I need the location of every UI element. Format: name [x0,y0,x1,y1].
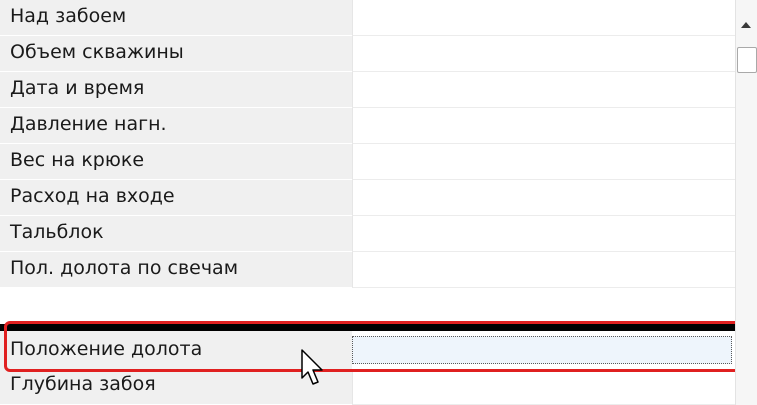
property-value-cell[interactable] [352,144,736,180]
selected-property-value-cell[interactable] [352,336,732,364]
property-label: Глубина забоя [10,373,156,395]
property-value-cell[interactable] [352,216,736,252]
property-label-cell[interactable]: Объем скважины [0,36,352,72]
property-label-cell[interactable]: Пол. долота по свечам [0,252,352,288]
property-value-cell[interactable] [352,36,736,72]
property-label-cell[interactable]: Дата и время [0,72,352,108]
property-value-cell[interactable] [352,252,736,288]
property-label: Тальблок [10,221,104,243]
vertical-scrollbar[interactable] [735,0,757,405]
mouse-pointer-icon [301,349,323,385]
property-value-cell[interactable] [352,180,736,216]
property-label: Дата и время [10,77,145,99]
property-label: Над забоем [10,5,127,27]
property-row[interactable]: Тальблок [0,216,736,252]
property-row[interactable]: Объем скважины [0,36,736,72]
property-value-cell[interactable] [352,369,736,405]
property-label-cell[interactable]: Давление нагн. [0,108,352,144]
property-label: Пол. долота по свечам [10,257,239,279]
row-separator [0,324,735,331]
scrollbar-thumb[interactable] [737,47,757,73]
property-row[interactable]: Над забоем [0,0,736,36]
property-row[interactable]: Глубина забоя [0,369,736,405]
property-label-cell[interactable]: Расход на входе [0,180,352,216]
property-row[interactable]: Вес на крюке [0,144,736,180]
property-label-cell[interactable]: Над забоем [0,0,352,36]
property-row[interactable]: Пол. долота по свечам [0,252,736,288]
property-row[interactable]: Дата и время [0,72,736,108]
property-label: Расход на входе [10,185,175,207]
selected-property-label: Положение долота [10,338,203,360]
property-grid: Над забоем Объем скважины Дата и время Д… [0,0,757,405]
property-value-cell[interactable] [352,108,736,144]
property-label-cell[interactable]: Тальблок [0,216,352,252]
property-label-cell[interactable]: Вес на крюке [0,144,352,180]
property-label: Давление нагн. [10,113,167,135]
property-row[interactable]: Давление нагн. [0,108,736,144]
triangle-up-icon[interactable] [741,22,751,28]
property-label: Объем скважины [10,41,184,63]
property-row[interactable]: Расход на входе [0,180,736,216]
property-value-cell[interactable] [352,0,736,36]
property-value-cell[interactable] [352,72,736,108]
property-label: Вес на крюке [10,149,145,171]
selected-property-row[interactable]: Положение долота [0,331,735,369]
